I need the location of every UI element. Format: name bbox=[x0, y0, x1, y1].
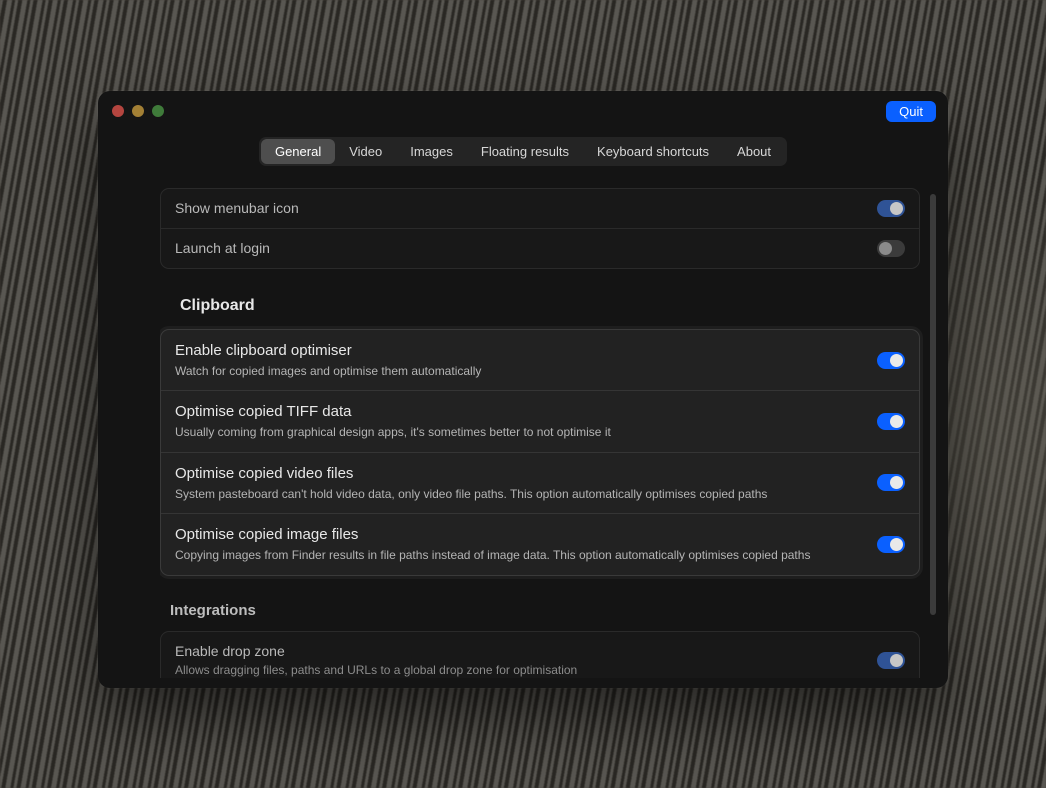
toggle-launch-at-login[interactable] bbox=[877, 240, 905, 257]
label-optimise-video-files: Optimise copied video files bbox=[175, 464, 877, 484]
row-show-menubar-icon: Show menubar icon bbox=[161, 189, 919, 228]
row-launch-at-login: Launch at login bbox=[161, 228, 919, 268]
quit-button[interactable]: Quit bbox=[886, 101, 936, 122]
desc-optimise-image-files: Copying images from Finder results in fi… bbox=[175, 547, 877, 563]
label-launch-at-login: Launch at login bbox=[175, 239, 877, 258]
tab-floating-results[interactable]: Floating results bbox=[467, 139, 583, 164]
toggle-optimise-tiff[interactable] bbox=[877, 413, 905, 430]
row-optimise-tiff: Optimise copied TIFF data Usually coming… bbox=[161, 390, 919, 451]
desc-optimise-tiff: Usually coming from graphical design app… bbox=[175, 424, 877, 440]
tab-images[interactable]: Images bbox=[396, 139, 467, 164]
label-enable-clipboard-optimiser: Enable clipboard optimiser bbox=[175, 341, 877, 361]
desc-optimise-video-files: System pasteboard can't hold video data,… bbox=[175, 486, 877, 502]
toggle-optimise-video-files[interactable] bbox=[877, 474, 905, 491]
label-optimise-image-files: Optimise copied image files bbox=[175, 525, 877, 545]
tab-video[interactable]: Video bbox=[335, 139, 396, 164]
row-enable-drop-zone: Enable drop zone Allows dragging files, … bbox=[161, 632, 919, 678]
label-enable-drop-zone: Enable drop zone bbox=[175, 642, 877, 661]
toggle-show-menubar-icon[interactable] bbox=[877, 200, 905, 217]
integrations-panel: Enable drop zone Allows dragging files, … bbox=[160, 631, 920, 678]
row-optimise-video-files: Optimise copied video files System paste… bbox=[161, 452, 919, 513]
titlebar: Quit bbox=[98, 91, 948, 131]
minimize-window-button[interactable] bbox=[132, 105, 144, 117]
row-enable-clipboard-optimiser: Enable clipboard optimiser Watch for cop… bbox=[161, 330, 919, 390]
tab-keyboard-shortcuts[interactable]: Keyboard shortcuts bbox=[583, 139, 723, 164]
general-panel: Show menubar icon Launch at login bbox=[160, 188, 920, 269]
integrations-section: Integrations Enable drop zone Allows dra… bbox=[160, 602, 920, 678]
section-title-clipboard: Clipboard bbox=[180, 297, 920, 315]
row-optimise-image-files: Optimise copied image files Copying imag… bbox=[161, 513, 919, 574]
tab-about[interactable]: About bbox=[723, 139, 785, 164]
clipboard-panel: Enable clipboard optimiser Watch for cop… bbox=[160, 329, 920, 576]
settings-content: Show menubar icon Launch at login Clipbo… bbox=[160, 188, 924, 678]
clipboard-section: Clipboard Enable clipboard optimiser Wat… bbox=[160, 297, 920, 576]
label-optimise-tiff: Optimise copied TIFF data bbox=[175, 402, 877, 422]
close-window-button[interactable] bbox=[112, 105, 124, 117]
tab-general[interactable]: General bbox=[261, 139, 335, 164]
toggle-enable-clipboard-optimiser[interactable] bbox=[877, 352, 905, 369]
toggle-enable-drop-zone[interactable] bbox=[877, 652, 905, 669]
label-show-menubar-icon: Show menubar icon bbox=[175, 199, 877, 218]
desc-enable-drop-zone: Allows dragging files, paths and URLs to… bbox=[175, 662, 877, 678]
section-title-integrations: Integrations bbox=[170, 602, 920, 619]
zoom-window-button[interactable] bbox=[152, 105, 164, 117]
scrollbar-thumb[interactable] bbox=[930, 194, 936, 615]
tab-bar: General Video Images Floating results Ke… bbox=[98, 137, 948, 166]
desc-enable-clipboard-optimiser: Watch for copied images and optimise the… bbox=[175, 363, 877, 379]
preferences-window: Quit General Video Images Floating resul… bbox=[98, 91, 948, 688]
toggle-optimise-image-files[interactable] bbox=[877, 536, 905, 553]
tab-segmented-control: General Video Images Floating results Ke… bbox=[259, 137, 787, 166]
scrollbar[interactable] bbox=[930, 194, 936, 672]
window-controls bbox=[112, 105, 164, 117]
